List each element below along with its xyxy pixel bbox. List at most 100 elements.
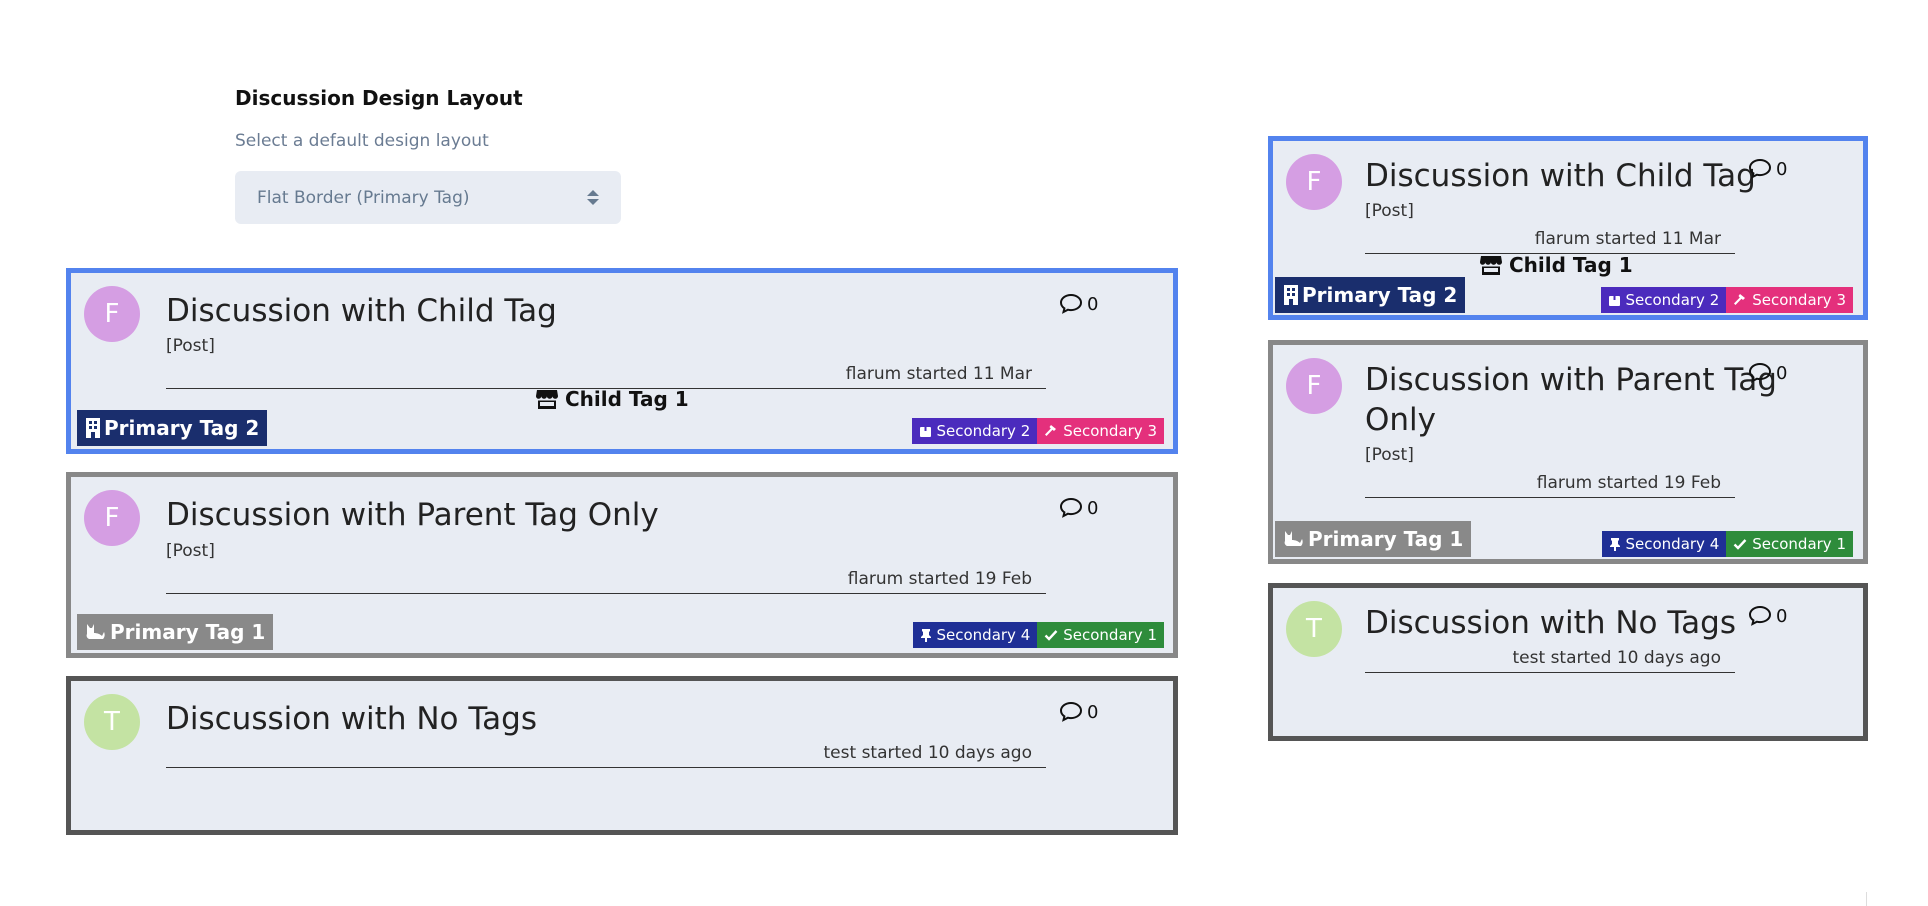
discussion-meta: test started 10 days ago — [1365, 648, 1735, 673]
design-layout-select[interactable]: Flat Border (Primary Tag) — [235, 171, 621, 224]
discussion-card-no-tags-wide[interactable]: T Discussion with No Tags test started 1… — [66, 676, 1178, 835]
discussion-meta: flarum started 11 Mar — [166, 364, 1046, 389]
discussion-card-parent-tag-wide[interactable]: F Discussion with Parent Tag Only [Post]… — [66, 472, 1178, 658]
post-label: [Post] — [166, 541, 215, 561]
replies-count-value: 0 — [1776, 362, 1788, 384]
speech-bubble-icon — [1059, 497, 1083, 519]
post-label: [Post] — [1365, 201, 1414, 221]
setting-help-text: Select a default design layout — [235, 131, 489, 151]
secondary-tag-label: Secondary 1 — [1752, 535, 1846, 553]
avatar: F — [1286, 358, 1342, 414]
box-icon — [919, 425, 932, 438]
secondary-tag[interactable]: Secondary 4 — [1601, 531, 1727, 557]
replies-count-value: 0 — [1087, 293, 1099, 315]
discussion-title-line-2: Only — [1365, 402, 1437, 438]
avatar: F — [1286, 154, 1342, 210]
discussion-title[interactable]: Discussion with Parent Tag Only — [1365, 360, 1777, 440]
secondary-tags: Secondary 2 Secondary 3 — [911, 418, 1164, 444]
check-icon — [1044, 628, 1058, 642]
secondary-tag[interactable]: Secondary 2 — [1600, 287, 1727, 313]
discussion-card-no-tags-narrow[interactable]: T Discussion with No Tags test started 1… — [1268, 583, 1868, 741]
primary-tag-label: Primary Tag 2 — [104, 416, 260, 440]
secondary-tag-label: Secondary 2 — [1625, 291, 1720, 309]
speech-bubble-icon — [1748, 605, 1772, 627]
setting-title: Discussion Design Layout — [235, 86, 523, 110]
avatar: F — [84, 286, 140, 342]
post-label: [Post] — [166, 336, 215, 356]
child-tag[interactable]: Child Tag 1 — [535, 387, 689, 411]
discussion-title-line-1: Discussion with Parent Tag — [1365, 362, 1777, 398]
hammer-icon — [1044, 424, 1058, 438]
store-icon — [535, 388, 559, 410]
primary-tag[interactable]: Primary Tag 1 — [77, 614, 274, 650]
post-label: [Post] — [1365, 445, 1414, 465]
primary-tag[interactable]: Primary Tag 1 — [1275, 521, 1472, 557]
replies-count[interactable]: 0 — [1748, 158, 1787, 180]
discussion-card-child-tag-wide[interactable]: F Discussion with Child Tag [Post] flaru… — [66, 268, 1178, 454]
thumbtack-icon — [920, 628, 932, 642]
secondary-tag[interactable]: Secondary 2 — [911, 418, 1038, 444]
secondary-tag[interactable]: Secondary 3 — [1726, 287, 1853, 313]
discussion-card-parent-tag-narrow[interactable]: F Discussion with Parent Tag Only [Post]… — [1268, 340, 1868, 564]
select-arrows-icon — [587, 190, 599, 205]
secondary-tag-label: Secondary 3 — [1752, 291, 1846, 309]
discussion-title[interactable]: Discussion with Parent Tag Only — [166, 495, 659, 535]
replies-count[interactable]: 0 — [1748, 362, 1787, 384]
avatar: T — [84, 694, 140, 750]
primary-tag-label: Primary Tag 1 — [1308, 527, 1464, 551]
avatar: F — [84, 490, 140, 546]
scrollbar-edge — [1866, 892, 1867, 906]
secondary-tags: Secondary 4 Secondary 1 — [912, 622, 1164, 648]
cat-icon — [1283, 528, 1305, 550]
discussion-title[interactable]: Discussion with No Tags — [1365, 603, 1736, 643]
discussion-meta: test started 10 days ago — [166, 743, 1046, 768]
building-icon — [1283, 284, 1299, 306]
replies-count[interactable]: 0 — [1748, 605, 1787, 627]
secondary-tag-label: Secondary 2 — [936, 422, 1031, 440]
replies-count-value: 0 — [1776, 158, 1788, 180]
box-icon — [1608, 294, 1621, 307]
building-icon — [85, 417, 101, 439]
secondary-tag[interactable]: Secondary 3 — [1037, 418, 1164, 444]
child-tag-label: Child Tag 1 — [565, 387, 689, 411]
store-icon — [1479, 254, 1503, 276]
secondary-tag[interactable]: Secondary 1 — [1037, 622, 1164, 648]
discussion-title[interactable]: Discussion with Child Tag — [166, 291, 557, 331]
hammer-icon — [1733, 293, 1747, 307]
secondary-tag-label: Secondary 1 — [1063, 626, 1157, 644]
discussion-meta: flarum started 19 Feb — [166, 569, 1046, 594]
primary-tag[interactable]: Primary Tag 2 — [77, 410, 268, 446]
cat-icon — [85, 621, 107, 643]
avatar: T — [1286, 601, 1342, 657]
secondary-tag-label: Secondary 4 — [1625, 535, 1720, 553]
child-tag[interactable]: Child Tag 1 — [1479, 253, 1633, 277]
design-layout-selected-value: Flat Border (Primary Tag) — [257, 187, 470, 208]
discussion-meta: flarum started 19 Feb — [1365, 473, 1735, 498]
check-icon — [1733, 537, 1747, 551]
discussion-meta: flarum started 11 Mar — [1365, 229, 1735, 254]
primary-tag-label: Primary Tag 2 — [1302, 283, 1458, 307]
secondary-tag[interactable]: Secondary 4 — [912, 622, 1038, 648]
primary-tag-label: Primary Tag 1 — [110, 620, 266, 644]
primary-tag[interactable]: Primary Tag 2 — [1275, 277, 1466, 313]
speech-bubble-icon — [1059, 293, 1083, 315]
discussion-title[interactable]: Discussion with Child Tag — [1365, 156, 1756, 196]
child-tag-label: Child Tag 1 — [1509, 253, 1633, 277]
speech-bubble-icon — [1748, 158, 1772, 180]
replies-count-value: 0 — [1776, 605, 1788, 627]
replies-count-value: 0 — [1087, 701, 1099, 723]
secondary-tags: Secondary 2 Secondary 3 — [1600, 287, 1853, 313]
replies-count[interactable]: 0 — [1059, 293, 1098, 315]
replies-count-value: 0 — [1087, 497, 1099, 519]
secondary-tag-label: Secondary 3 — [1063, 422, 1157, 440]
discussion-card-child-tag-narrow[interactable]: F Discussion with Child Tag [Post] flaru… — [1268, 136, 1868, 320]
replies-count[interactable]: 0 — [1059, 701, 1098, 723]
secondary-tags: Secondary 4 Secondary 1 — [1601, 531, 1853, 557]
speech-bubble-icon — [1059, 701, 1083, 723]
replies-count[interactable]: 0 — [1059, 497, 1098, 519]
secondary-tag-label: Secondary 4 — [936, 626, 1031, 644]
secondary-tag[interactable]: Secondary 1 — [1726, 531, 1853, 557]
discussion-title[interactable]: Discussion with No Tags — [166, 699, 537, 739]
thumbtack-icon — [1609, 537, 1621, 551]
speech-bubble-icon — [1748, 362, 1772, 384]
